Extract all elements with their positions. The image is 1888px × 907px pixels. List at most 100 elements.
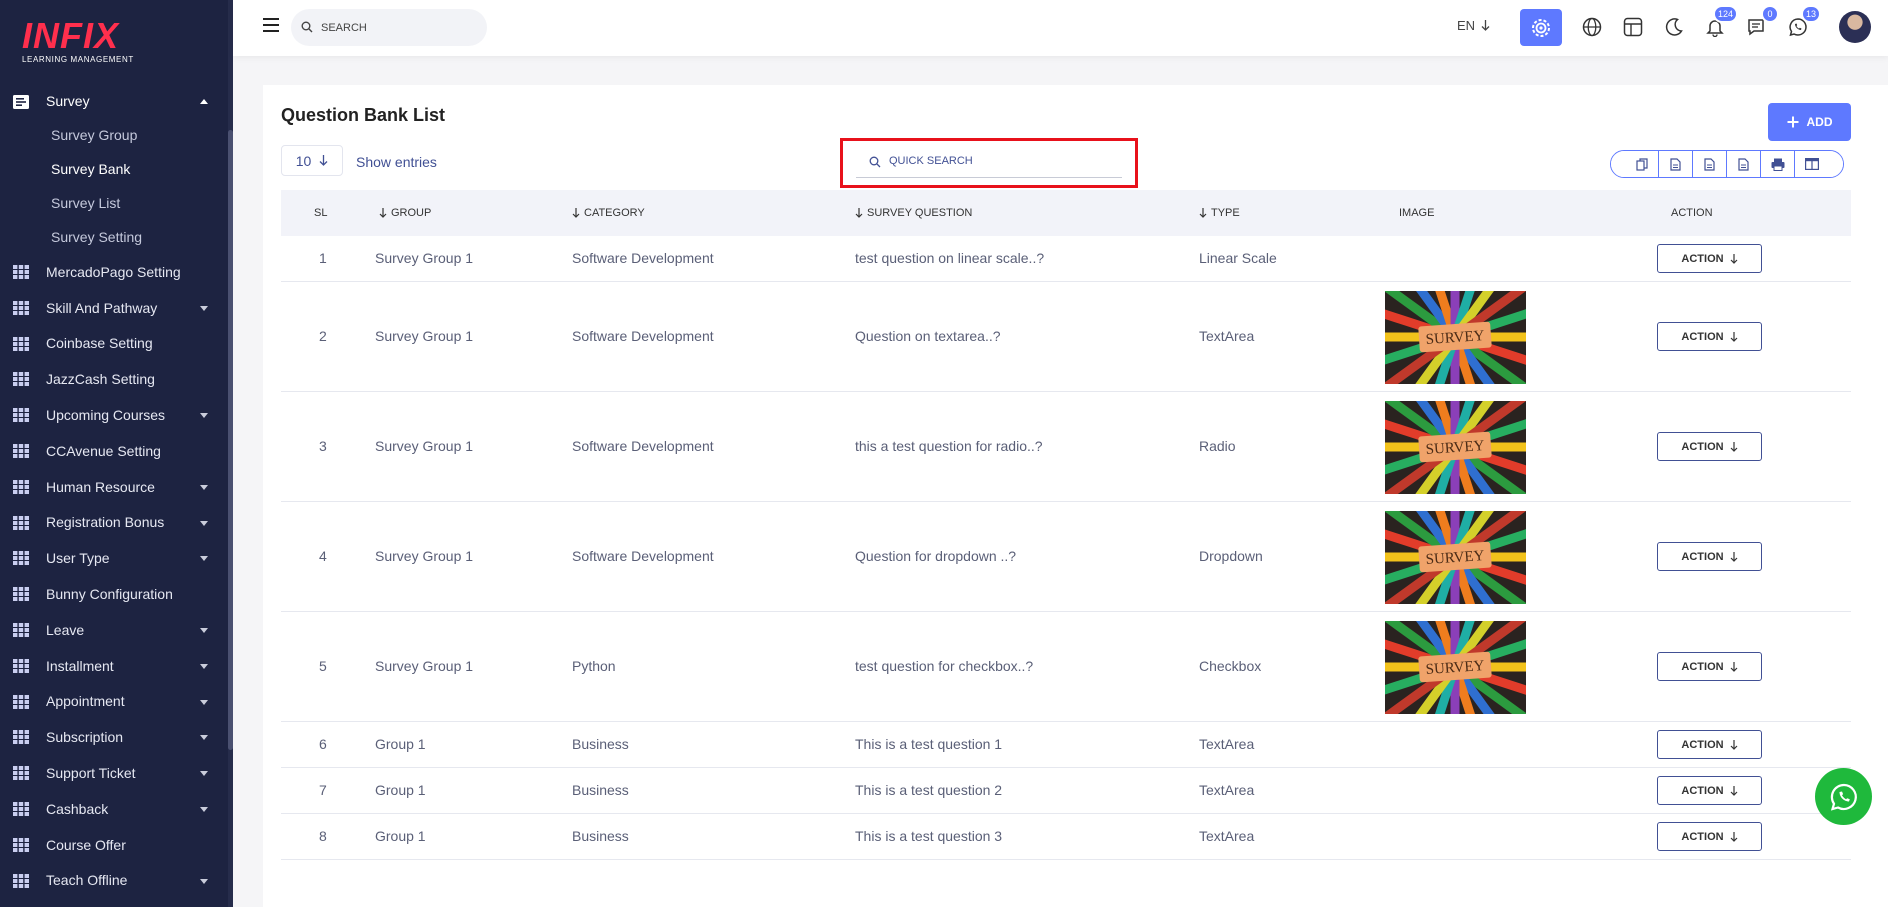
columns-button[interactable] bbox=[1795, 151, 1843, 177]
arrow-down-icon bbox=[1730, 785, 1738, 796]
column-header-type[interactable]: TYPE bbox=[1199, 207, 1240, 219]
action-button[interactable]: ACTION bbox=[1657, 730, 1762, 759]
language-selector[interactable]: EN bbox=[1457, 18, 1490, 33]
column-header-sl[interactable]: SL bbox=[314, 207, 327, 219]
table-row: 5 Survey Group 1 Python test question for c… bbox=[281, 612, 1851, 722]
cell-group: Group 1 bbox=[375, 782, 426, 798]
cell-type: TextArea bbox=[1199, 736, 1255, 752]
sidebar-item-label: MercadoPago Setting bbox=[46, 263, 181, 280]
grid-icon bbox=[13, 265, 29, 279]
table-row: 7 Group 1 Business This is a test question … bbox=[281, 768, 1851, 814]
question-bank-card: Question Bank List ADD 10 Show entries Q… bbox=[263, 85, 1888, 907]
print-button[interactable] bbox=[1761, 151, 1795, 177]
messages-button[interactable]: 0 bbox=[1743, 5, 1779, 40]
cell-group: Group 1 bbox=[375, 828, 426, 844]
cell-sl: 2 bbox=[319, 328, 327, 344]
chat-button[interactable]: 13 bbox=[1785, 5, 1821, 40]
whatsapp-chat-button[interactable] bbox=[1815, 768, 1872, 825]
cell-type: TextArea bbox=[1199, 782, 1255, 798]
excel-button[interactable] bbox=[1693, 151, 1727, 177]
add-button[interactable]: ADD bbox=[1768, 103, 1851, 141]
sidebar-item-appointment[interactable]: Appointment bbox=[0, 684, 228, 720]
grid-icon bbox=[13, 837, 29, 852]
column-header-category[interactable]: CATEGORY bbox=[572, 207, 645, 219]
chat-badge: 13 bbox=[1800, 5, 1821, 23]
sidebar-item-course-offer[interactable]: Course Offer bbox=[0, 827, 228, 863]
sidebar-item-survey[interactable]: Survey bbox=[0, 84, 228, 118]
sidebar-item-subscription[interactable]: Subscription bbox=[0, 719, 228, 755]
arrow-down-icon bbox=[1730, 739, 1738, 750]
quick-search-input[interactable] bbox=[889, 155, 1089, 167]
cell-group: Survey Group 1 bbox=[375, 328, 474, 344]
sidebar-scroll-thumb[interactable] bbox=[228, 130, 233, 750]
plus-icon bbox=[1787, 116, 1798, 128]
dark-mode-button[interactable] bbox=[1661, 14, 1687, 40]
notifications-badge: 124 bbox=[1712, 5, 1738, 23]
action-button[interactable]: ACTION bbox=[1657, 432, 1762, 461]
sidebar-item-leave[interactable]: Leave bbox=[0, 612, 228, 648]
chevron-down-icon bbox=[200, 413, 208, 419]
cell-category: Business bbox=[572, 828, 629, 844]
action-button[interactable]: ACTION bbox=[1657, 244, 1762, 273]
chevron-down-icon bbox=[200, 556, 208, 562]
action-button[interactable]: ACTION bbox=[1657, 776, 1762, 805]
column-header-group[interactable]: GROUP bbox=[379, 207, 431, 219]
action-button[interactable]: ACTION bbox=[1657, 542, 1762, 571]
avatar[interactable] bbox=[1839, 11, 1871, 43]
grid-icon bbox=[13, 694, 29, 709]
cell-question: test question on linear scale..? bbox=[855, 250, 1045, 266]
grid-icon bbox=[13, 336, 29, 351]
table-row: 4 Survey Group 1 Software Development Quest… bbox=[281, 502, 1851, 612]
cell-question: This is a test question 2 bbox=[855, 782, 1003, 798]
sidebar-item-teach-offline[interactable]: Teach Offline bbox=[0, 863, 228, 899]
sidebar-subitem-survey-setting[interactable]: Survey Setting bbox=[0, 220, 228, 254]
sidebar-item-bunny-configuration[interactable]: Bunny Configuration bbox=[0, 576, 228, 612]
column-header-label: ACTION bbox=[1671, 207, 1713, 219]
action-button-label: ACTION bbox=[1681, 330, 1724, 343]
globe-button[interactable] bbox=[1579, 14, 1605, 40]
sidebar-item-label: Teach Offline bbox=[46, 872, 128, 889]
sidebar-item-label: Human Resource bbox=[46, 478, 155, 495]
arrow-down-icon bbox=[1730, 831, 1738, 842]
notifications-button[interactable]: 124 bbox=[1702, 5, 1738, 40]
sidebar-subitem-survey-bank[interactable]: Survey Bank bbox=[0, 152, 228, 186]
quick-search[interactable] bbox=[856, 145, 1122, 178]
sidebar-item-ccavenue-setting[interactable]: CCAvenue Setting bbox=[0, 433, 228, 469]
cell-group: Survey Group 1 bbox=[375, 658, 474, 674]
column-header-question[interactable]: SURVEY QUESTION bbox=[855, 207, 972, 219]
sidebar-subitem-survey-list[interactable]: Survey List bbox=[0, 186, 228, 220]
grid-icon bbox=[13, 873, 29, 888]
layout-button[interactable] bbox=[1620, 14, 1646, 40]
logo[interactable]: INFIX LEARNING MANAGEMENT bbox=[22, 18, 142, 68]
pdf-button[interactable] bbox=[1727, 151, 1761, 177]
sidebar-item-user-type[interactable]: User Type bbox=[0, 540, 228, 576]
csv-button[interactable] bbox=[1659, 151, 1693, 177]
top-search-input[interactable] bbox=[321, 21, 471, 34]
sidebar-item-registration-bonus[interactable]: Registration Bonus bbox=[0, 505, 228, 541]
entries-select[interactable]: 10 bbox=[281, 145, 343, 176]
sidebar-item-cashback[interactable]: Cashback bbox=[0, 791, 228, 827]
sidebar-item-upcoming-courses[interactable]: Upcoming Courses bbox=[0, 397, 228, 433]
sidebar-item-jazzcash-setting[interactable]: JazzCash Setting bbox=[0, 361, 228, 397]
cell-sl: 1 bbox=[319, 250, 327, 266]
globe-icon bbox=[1582, 17, 1602, 37]
action-button[interactable]: ACTION bbox=[1657, 822, 1762, 851]
sidebar-item-skill-and-pathway[interactable]: Skill And Pathway bbox=[0, 290, 228, 326]
sidebar-item-human-resource[interactable]: Human Resource bbox=[0, 469, 228, 505]
copy-button[interactable] bbox=[1611, 151, 1659, 177]
sidebar: INFIX LEARNING MANAGEMENT Survey Survey … bbox=[0, 0, 233, 907]
sidebar-item-installment[interactable]: Installment bbox=[0, 648, 228, 684]
action-button[interactable]: ACTION bbox=[1657, 652, 1762, 681]
sidebar-item-coinbase-setting[interactable]: Coinbase Setting bbox=[0, 326, 228, 362]
sidebar-subitem-survey-group[interactable]: Survey Group bbox=[0, 118, 228, 152]
sidebar-scrollbar[interactable] bbox=[228, 0, 233, 907]
sidebar-item-support-ticket[interactable]: Support Ticket bbox=[0, 755, 228, 791]
action-button-label: ACTION bbox=[1681, 440, 1724, 453]
sidebar-item-mercadopago-setting[interactable]: MercadoPago Setting bbox=[0, 254, 228, 290]
column-header-label: SL bbox=[314, 207, 328, 219]
menu-icon[interactable] bbox=[263, 18, 279, 32]
settings-button[interactable] bbox=[1520, 9, 1562, 46]
top-search[interactable] bbox=[291, 9, 487, 46]
action-button[interactable]: ACTION bbox=[1657, 322, 1762, 351]
table-body: 1 Survey Group 1 Software Development test … bbox=[281, 236, 1851, 860]
